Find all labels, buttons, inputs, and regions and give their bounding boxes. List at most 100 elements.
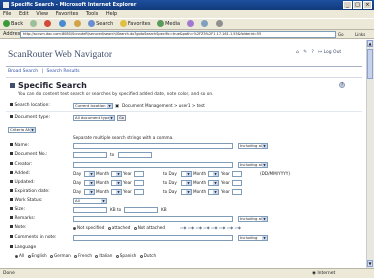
language-all-radio[interactable]: All xyxy=(15,253,24,258)
note-not-specified-radio[interactable]: Not specified xyxy=(73,225,104,230)
menu-view[interactable]: View xyxy=(36,11,48,17)
added-to-month-label: Month xyxy=(193,171,207,176)
expiration-to-day-select[interactable]: ▼ xyxy=(181,189,192,195)
document-no-to-input[interactable] xyxy=(118,152,152,158)
menu-file[interactable]: File xyxy=(3,11,11,17)
log-out-link[interactable]: Log Out xyxy=(324,50,342,55)
note-not-attached-radio[interactable]: Not attached xyxy=(133,225,165,230)
remarks-mode-select[interactable]: Including all ▼ xyxy=(238,216,268,222)
document-type-select[interactable]: All document types ▼ xyxy=(73,115,115,121)
window-controls: _ □ × xyxy=(342,1,372,9)
updated-to-month-label: Month xyxy=(193,180,207,185)
added-year-input[interactable] xyxy=(134,171,144,177)
menu-tools[interactable]: Tools xyxy=(86,11,98,17)
print-button[interactable] xyxy=(215,20,224,27)
close-button[interactable]: × xyxy=(363,1,372,9)
added-to-year-input[interactable] xyxy=(232,171,242,177)
mail-button[interactable] xyxy=(201,20,209,27)
menu-favorites[interactable]: Favorites xyxy=(56,11,79,17)
size-to-input[interactable] xyxy=(124,207,158,213)
updated-day-select[interactable]: ▼ xyxy=(84,180,95,186)
expiration-year-input[interactable] xyxy=(134,189,144,195)
expiration-to-month-select[interactable]: ▼ xyxy=(208,189,219,195)
minimize-button[interactable]: _ xyxy=(343,1,352,9)
note-color-1-icon[interactable]: ▱◆ xyxy=(180,225,186,230)
creator-input[interactable] xyxy=(73,162,233,168)
broad-search-link[interactable]: Broad Search xyxy=(8,69,38,74)
updated-month-select[interactable]: ▼ xyxy=(111,180,122,186)
note-color-3-icon[interactable]: ▱◆ xyxy=(196,225,202,230)
added-day-select[interactable]: ▼ xyxy=(84,171,95,177)
name-input[interactable] xyxy=(73,143,233,149)
back-arrow-icon xyxy=(3,20,10,27)
added-to-month-select[interactable]: ▼ xyxy=(208,171,219,177)
updated-year-input[interactable] xyxy=(134,180,144,186)
added-to-day-select[interactable]: ▼ xyxy=(181,171,192,177)
note-attached-radio[interactable]: attached xyxy=(107,225,130,230)
links-button[interactable]: Links xyxy=(355,31,365,38)
media-button[interactable]: Media xyxy=(157,20,180,27)
language-french-radio[interactable]: French xyxy=(74,253,92,258)
scroll-down-arrow[interactable]: ▼ xyxy=(367,260,373,267)
scroll-thumb[interactable] xyxy=(367,49,373,79)
favorites-button[interactable]: Favorites xyxy=(119,20,150,27)
document-no-from-input[interactable] xyxy=(73,152,107,158)
page-help-icon[interactable]: ? xyxy=(339,82,345,88)
history-button[interactable] xyxy=(186,20,195,27)
size-from-input[interactable] xyxy=(73,207,107,213)
comments-mode-select[interactable]: Including ▼ xyxy=(238,235,268,241)
back-button[interactable]: Back xyxy=(3,20,23,27)
note-color-2-icon[interactable]: ▱◆ xyxy=(188,225,194,230)
key-icon[interactable]: ✎ xyxy=(303,50,307,55)
note-color-7-icon[interactable]: ▱◆ xyxy=(227,225,233,230)
updated-to-day-select[interactable]: ▼ xyxy=(181,180,192,186)
size-kb-text: KB xyxy=(161,207,167,212)
updated-to-month-select[interactable]: ▼ xyxy=(208,180,219,186)
document-no-label: Document No.: xyxy=(10,152,47,157)
remarks-input[interactable] xyxy=(73,216,233,222)
stop-button[interactable] xyxy=(44,20,52,27)
creator-mode-select[interactable]: Including all ▼ xyxy=(238,162,268,168)
language-dutch-radio[interactable]: Dutch xyxy=(139,253,156,258)
search-location-select[interactable]: Current location ▼ xyxy=(73,103,113,109)
forward-button[interactable] xyxy=(29,20,38,27)
expiration-to-year-input[interactable] xyxy=(232,189,242,195)
star-icon xyxy=(119,20,127,27)
history-icon xyxy=(186,20,194,27)
stop-icon xyxy=(44,20,52,27)
note-color-6-icon[interactable]: ▱◆ xyxy=(219,225,225,230)
home-button[interactable] xyxy=(73,20,82,27)
name-mode-select[interactable]: Including all ▼ xyxy=(238,143,268,149)
creator-label: Creator: xyxy=(10,162,32,167)
language-italian-radio[interactable]: Italian xyxy=(95,253,112,258)
menu-edit[interactable]: Edit xyxy=(19,11,29,17)
menu-help[interactable]: Help xyxy=(106,11,117,17)
address-go-button[interactable]: Go xyxy=(338,31,344,38)
expiration-day-select[interactable]: ▼ xyxy=(84,189,95,195)
address-input[interactable]: http://sccsm-doc.com:8080/ScrouteR/secur… xyxy=(20,31,336,38)
comments-in-note-input[interactable] xyxy=(73,235,233,241)
language-spanish-radio[interactable]: Spanish xyxy=(115,253,136,258)
browser-toolbar: Back Search Favorites Media xyxy=(0,18,374,30)
note-color-5-icon[interactable]: ▱◆ xyxy=(211,225,217,230)
note-color-8-icon[interactable]: ▱◆ xyxy=(235,225,241,230)
refresh-button[interactable] xyxy=(58,20,67,27)
expiration-year-label: Year xyxy=(123,189,132,194)
page-title: Specific Search xyxy=(18,81,87,90)
language-english-radio[interactable]: English xyxy=(27,253,47,258)
criteria-select[interactable]: Criteria AND ▼ xyxy=(8,127,36,133)
help-icon[interactable]: ? xyxy=(312,50,314,55)
language-german-radio[interactable]: German xyxy=(50,253,71,258)
added-month-select[interactable]: ▼ xyxy=(111,171,122,177)
scroll-up-arrow[interactable]: ▲ xyxy=(367,40,373,47)
search-results-link[interactable]: Search Results xyxy=(47,69,80,74)
expiration-month-select[interactable]: ▼ xyxy=(111,189,122,195)
work-status-select[interactable]: All ▼ xyxy=(73,198,107,204)
document-type-go-button[interactable]: Go xyxy=(117,115,126,121)
user-icon[interactable]: ⌂ xyxy=(296,50,299,55)
added-day-label: Day xyxy=(73,171,82,176)
search-button[interactable]: Search xyxy=(88,20,113,27)
note-color-4-icon[interactable]: ▱◆ xyxy=(203,225,209,230)
maximize-button[interactable]: □ xyxy=(353,1,362,9)
updated-to-year-input[interactable] xyxy=(232,180,242,186)
